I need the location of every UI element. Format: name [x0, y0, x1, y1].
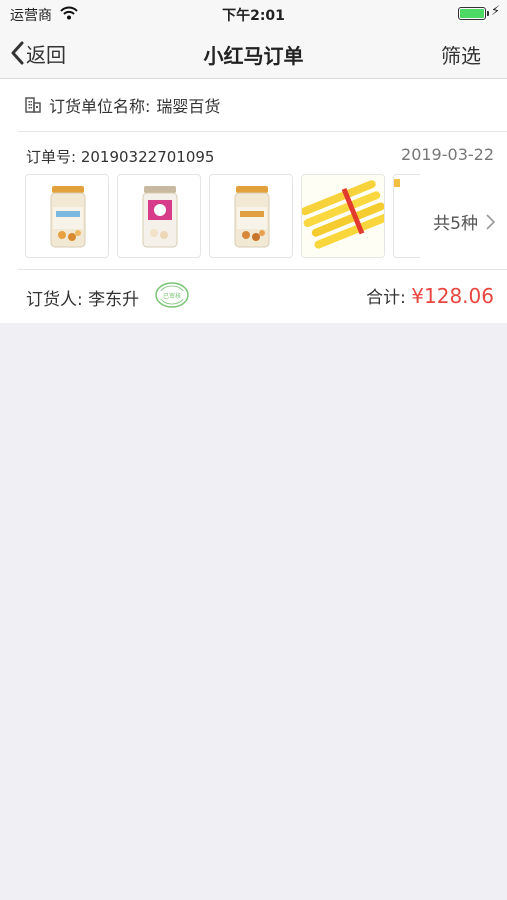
- chevron-left-icon: [11, 41, 24, 65]
- unit-row: 订货单位名称: 瑞婴百货: [0, 79, 507, 131]
- page-title: 小红马订单: [203, 44, 304, 68]
- product-thumbnail[interactable]: [209, 174, 293, 258]
- back-button[interactable]: 返回: [10, 36, 66, 70]
- total-label: 合计:: [366, 288, 406, 308]
- orderer-name: 李东升: [88, 290, 140, 310]
- order-number-value: 20190322701095: [80, 148, 215, 166]
- building-icon: [25, 97, 41, 113]
- product-count-link[interactable]: 共5种: [433, 209, 495, 234]
- status-time: 下午2:01: [222, 8, 285, 24]
- back-label: 返回: [26, 42, 66, 67]
- product-thumbnail[interactable]: [117, 174, 201, 258]
- battery-icon: [458, 7, 489, 20]
- status-bar: 运营商 下午2:01 ⚡: [0, 0, 507, 28]
- total-amount: ¥128.06: [411, 284, 494, 308]
- order-number-label: 订单号:: [26, 148, 77, 166]
- filter-button[interactable]: 筛选: [441, 40, 481, 69]
- approved-stamp-icon: 已审核: [155, 282, 189, 308]
- charging-icon: ⚡: [491, 4, 501, 19]
- chevron-right-icon: [486, 213, 495, 230]
- nav-bar: 返回 小红马订单 筛选: [0, 28, 507, 79]
- orderer: 订货人: 李东升: [26, 285, 139, 310]
- order-card[interactable]: 订货单位名称: 瑞婴百货 订单号: 20190322701095 2019-03…: [0, 79, 507, 323]
- orderer-label: 订货人:: [26, 290, 83, 310]
- product-thumbnail[interactable]: [393, 174, 420, 258]
- product-thumbnail[interactable]: [25, 174, 109, 258]
- product-thumbnail[interactable]: [301, 174, 385, 258]
- unit-name: 瑞婴百货: [156, 97, 221, 116]
- divider: [18, 131, 507, 132]
- product-count-label: 共5种: [433, 214, 478, 234]
- order-date: 2019-03-22: [401, 145, 494, 164]
- badge-text: 已审核: [163, 292, 181, 300]
- order-number: 订单号: 20190322701095: [26, 146, 214, 167]
- product-thumbnails[interactable]: [25, 174, 420, 262]
- order-total: 合计: ¥128.06: [366, 283, 494, 308]
- unit-label: 订货单位名称:: [49, 97, 151, 116]
- order-footer: 订货人: 李东升 已审核 合计: ¥128.06: [0, 269, 507, 323]
